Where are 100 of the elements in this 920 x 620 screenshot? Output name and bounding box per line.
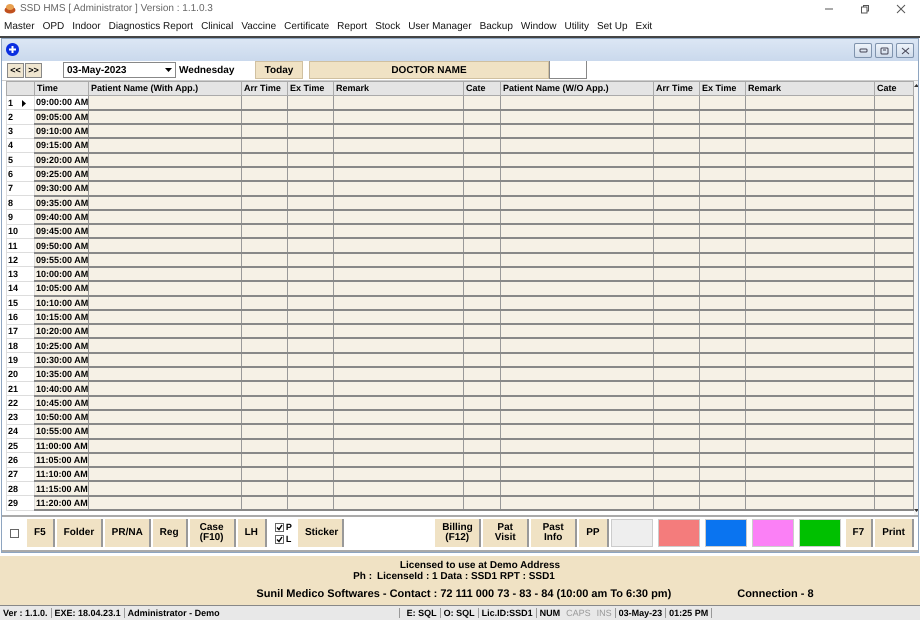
table-cell[interactable] — [464, 281, 500, 296]
table-cell[interactable] — [500, 467, 654, 482]
action-button[interactable]: Past Info — [531, 519, 578, 548]
table-cell[interactable] — [746, 338, 874, 353]
table-cell[interactable] — [500, 95, 654, 110]
table-cell[interactable] — [242, 238, 288, 253]
action-button[interactable]: F7 — [846, 519, 874, 548]
table-cell[interactable] — [746, 367, 874, 382]
table-cell[interactable] — [654, 224, 700, 238]
table-cell[interactable] — [874, 367, 914, 382]
checkbox[interactable] — [274, 534, 284, 544]
table-cell[interactable] — [874, 481, 914, 496]
table-cell[interactable] — [654, 324, 700, 338]
table-cell[interactable] — [874, 181, 914, 196]
table-cell[interactable] — [500, 124, 654, 138]
table-cell[interactable] — [654, 467, 700, 482]
row-header[interactable]: 28 — [6, 481, 34, 496]
table-cell[interactable] — [334, 424, 464, 439]
close-icon[interactable] — [896, 4, 906, 14]
table-cell[interactable] — [88, 95, 242, 110]
table-cell[interactable] — [334, 467, 464, 482]
table-cell[interactable] — [874, 138, 914, 153]
table-cell[interactable] — [288, 138, 334, 153]
table-cell[interactable] — [746, 238, 874, 253]
table-cell[interactable] — [700, 224, 746, 238]
table-cell[interactable] — [464, 124, 500, 138]
row-header[interactable]: 15 — [6, 296, 34, 310]
row-header[interactable]: 17 — [6, 324, 34, 338]
table-cell[interactable] — [242, 424, 288, 439]
menu-item[interactable]: Set Up — [596, 21, 628, 32]
table-cell[interactable] — [88, 424, 242, 439]
table-cell[interactable] — [746, 481, 874, 496]
table-cell[interactable] — [654, 424, 700, 439]
checkbox[interactable] — [274, 522, 284, 532]
action-button[interactable]: Case (F10) — [190, 519, 236, 548]
table-cell[interactable] — [242, 481, 288, 496]
row-header[interactable]: 3 — [6, 124, 34, 138]
table-cell[interactable] — [242, 138, 288, 153]
table-cell[interactable] — [700, 138, 746, 153]
row-header[interactable]: 2 — [6, 110, 34, 124]
table-cell[interactable] — [654, 281, 700, 296]
table-cell[interactable] — [746, 424, 874, 439]
table-cell[interactable] — [242, 338, 288, 353]
table-cell[interactable] — [88, 224, 242, 238]
table-cell[interactable] — [288, 238, 334, 253]
table-cell[interactable] — [242, 324, 288, 338]
table-cell[interactable] — [288, 381, 334, 396]
table-cell[interactable] — [874, 467, 914, 482]
action-button[interactable]: LH — [238, 519, 267, 548]
table-cell[interactable] — [746, 467, 874, 482]
row-header[interactable]: 14 — [6, 281, 34, 296]
row-header[interactable]: 18 — [6, 338, 34, 353]
table-cell[interactable] — [88, 367, 242, 382]
table-cell[interactable] — [334, 138, 464, 153]
action-button[interactable]: Pat Visit — [483, 519, 530, 548]
table-cell[interactable] — [700, 481, 746, 496]
row-header[interactable]: 7 — [6, 181, 34, 196]
menu-item[interactable]: User Manager — [408, 21, 472, 32]
table-cell[interactable] — [700, 124, 746, 138]
row-header[interactable]: 27 — [6, 467, 34, 482]
table-cell[interactable] — [700, 381, 746, 396]
table-cell[interactable] — [654, 381, 700, 396]
next-button[interactable]: >> — [25, 62, 42, 78]
menu-item[interactable]: OPD — [42, 21, 64, 32]
action-button[interactable]: Sticker — [298, 519, 344, 548]
menu-item[interactable]: Certificate — [284, 21, 330, 32]
table-cell[interactable] — [242, 95, 288, 110]
table-cell[interactable] — [288, 424, 334, 439]
menu-item[interactable]: Indoor — [72, 21, 101, 32]
table-cell[interactable] — [874, 338, 914, 353]
table-cell[interactable] — [288, 224, 334, 238]
table-cell[interactable] — [654, 124, 700, 138]
color-swatch[interactable] — [752, 519, 794, 548]
row-header[interactable]: 21 — [6, 381, 34, 396]
row-header[interactable]: 5 — [6, 152, 34, 167]
table-cell[interactable] — [88, 324, 242, 338]
color-swatch[interactable] — [798, 519, 841, 548]
table-cell[interactable] — [242, 281, 288, 296]
action-button[interactable]: PP — [579, 519, 609, 548]
table-cell[interactable] — [464, 338, 500, 353]
table-cell[interactable] — [242, 467, 288, 482]
menu-item[interactable]: Master — [4, 21, 35, 32]
menu-item[interactable]: Clinical — [201, 21, 234, 32]
table-cell[interactable] — [700, 238, 746, 253]
table-cell[interactable] — [500, 138, 654, 153]
row-header[interactable]: 8 — [6, 196, 34, 210]
table-cell[interactable] — [874, 324, 914, 338]
table-cell[interactable] — [464, 238, 500, 253]
table-cell[interactable] — [464, 381, 500, 396]
color-swatch[interactable] — [610, 519, 653, 548]
row-header[interactable]: 16 — [6, 310, 34, 324]
table-cell[interactable] — [874, 124, 914, 138]
doctor-name-field[interactable]: DOCTOR NAME — [309, 61, 549, 80]
table-cell[interactable] — [288, 338, 334, 353]
menu-item[interactable]: Vaccine — [241, 21, 276, 32]
menu-item[interactable]: Backup — [480, 21, 513, 32]
table-cell[interactable] — [654, 481, 700, 496]
action-button[interactable]: Reg — [152, 519, 188, 548]
action-button[interactable]: PR/NA — [104, 519, 151, 548]
table-cell[interactable] — [88, 481, 242, 496]
